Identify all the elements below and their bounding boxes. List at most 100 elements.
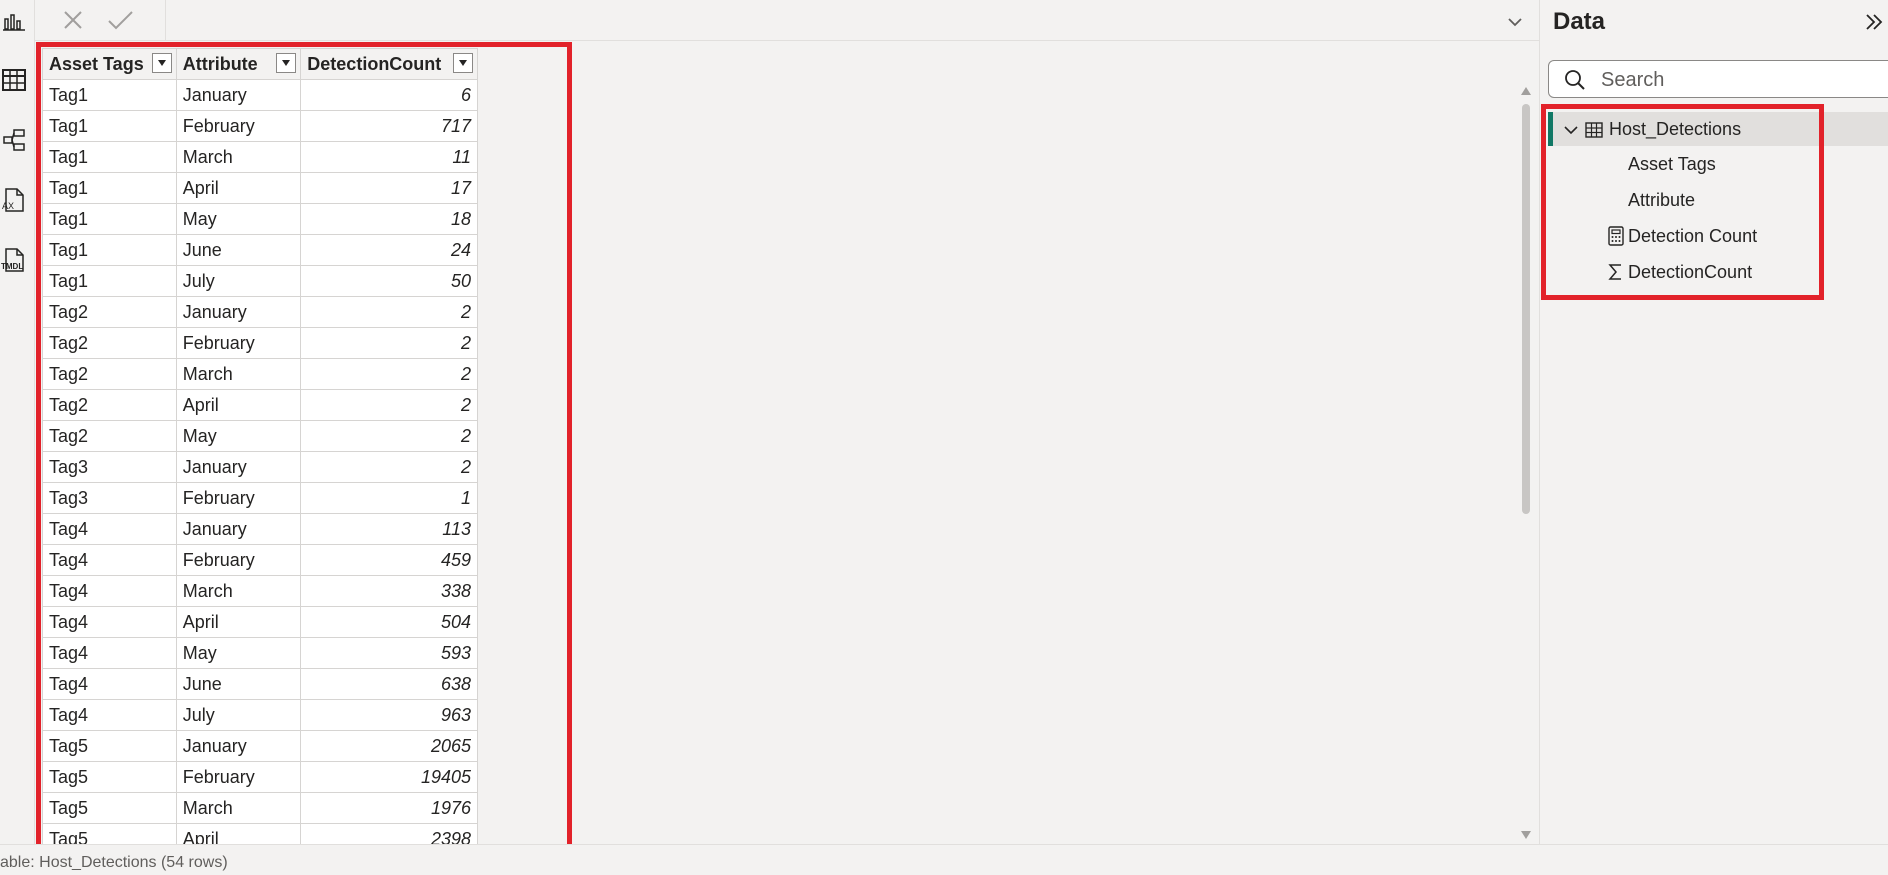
- table-row[interactable]: Tag4 February 459: [42, 544, 478, 576]
- cell-attribute[interactable]: January: [175, 296, 302, 328]
- cell-attribute[interactable]: February: [175, 327, 302, 359]
- cell-attribute[interactable]: July: [175, 699, 302, 731]
- table-row[interactable]: Tag2 February 2: [42, 327, 478, 359]
- field-asset-tags[interactable]: Asset Tags: [1628, 154, 1716, 175]
- field-attribute[interactable]: Attribute: [1628, 190, 1695, 211]
- cell-detection-count[interactable]: 50: [300, 265, 478, 297]
- table-row[interactable]: Tag5 February 19405: [42, 761, 478, 793]
- cell-attribute[interactable]: April: [175, 823, 302, 844]
- cell-asset-tag[interactable]: Tag1: [42, 203, 177, 235]
- table-row[interactable]: Tag4 April 504: [42, 606, 478, 638]
- scroll-down-icon[interactable]: [1520, 828, 1532, 840]
- cell-asset-tag[interactable]: Tag1: [42, 234, 177, 266]
- cell-detection-count[interactable]: 24: [300, 234, 478, 266]
- table-row[interactable]: Tag4 June 638: [42, 668, 478, 700]
- cell-detection-count[interactable]: 338: [300, 575, 478, 607]
- dax-query-view-icon[interactable]: AX: [0, 186, 28, 214]
- cell-attribute[interactable]: January: [175, 730, 302, 762]
- model-view-icon[interactable]: [0, 126, 28, 154]
- cell-detection-count[interactable]: 2: [300, 389, 478, 421]
- table-row[interactable]: Tag3 January 2: [42, 451, 478, 483]
- table-row[interactable]: Tag2 January 2: [42, 296, 478, 328]
- cell-asset-tag[interactable]: Tag1: [42, 141, 177, 173]
- cell-detection-count[interactable]: 459: [300, 544, 478, 576]
- cell-asset-tag[interactable]: Tag2: [42, 358, 177, 390]
- table-row[interactable]: Tag1 January 6: [42, 79, 478, 111]
- report-view-icon[interactable]: [0, 6, 28, 34]
- cell-asset-tag[interactable]: Tag3: [42, 482, 177, 514]
- table-row[interactable]: Tag4 March 338: [42, 575, 478, 607]
- cell-detection-count[interactable]: 11: [300, 141, 478, 173]
- cell-asset-tag[interactable]: Tag4: [42, 544, 177, 576]
- cell-asset-tag[interactable]: Tag4: [42, 668, 177, 700]
- cell-detection-count[interactable]: 638: [300, 668, 478, 700]
- table-row[interactable]: Tag2 March 2: [42, 358, 478, 390]
- cell-attribute[interactable]: February: [175, 110, 302, 142]
- cell-asset-tag[interactable]: Tag3: [42, 451, 177, 483]
- cell-detection-count[interactable]: 113: [300, 513, 478, 545]
- cell-asset-tag[interactable]: Tag1: [42, 79, 177, 111]
- cell-detection-count[interactable]: 1976: [300, 792, 478, 824]
- filter-dropdown-icon[interactable]: [453, 53, 473, 73]
- cell-attribute[interactable]: June: [175, 668, 302, 700]
- cell-asset-tag[interactable]: Tag2: [42, 296, 177, 328]
- scroll-up-icon[interactable]: [1520, 84, 1532, 96]
- search-input[interactable]: [1599, 67, 1888, 93]
- cell-asset-tag[interactable]: Tag1: [42, 110, 177, 142]
- cell-attribute[interactable]: January: [175, 513, 302, 545]
- cell-detection-count[interactable]: 2398: [300, 823, 478, 844]
- chevron-down-icon[interactable]: [1562, 121, 1580, 139]
- cell-detection-count[interactable]: 2: [300, 327, 478, 359]
- cell-detection-count[interactable]: 18: [300, 203, 478, 235]
- table-row[interactable]: Tag3 February 1: [42, 482, 478, 514]
- cell-attribute[interactable]: February: [175, 482, 302, 514]
- cell-attribute[interactable]: March: [175, 792, 302, 824]
- cell-detection-count[interactable]: 717: [300, 110, 478, 142]
- cell-attribute[interactable]: March: [175, 575, 302, 607]
- table-row[interactable]: Tag1 July 50: [42, 265, 478, 297]
- tmdl-view-icon[interactable]: TMDL: [0, 246, 28, 274]
- cell-attribute[interactable]: April: [175, 389, 302, 421]
- cell-asset-tag[interactable]: Tag1: [42, 172, 177, 204]
- table-row[interactable]: Tag5 January 2065: [42, 730, 478, 762]
- table-row[interactable]: Tag2 April 2: [42, 389, 478, 421]
- table-row[interactable]: Tag5 March 1976: [42, 792, 478, 824]
- cell-detection-count[interactable]: 2065: [300, 730, 478, 762]
- cell-detection-count[interactable]: 1: [300, 482, 478, 514]
- table-row[interactable]: Tag1 May 18: [42, 203, 478, 235]
- cell-detection-count[interactable]: 963: [300, 699, 478, 731]
- cell-asset-tag[interactable]: Tag2: [42, 420, 177, 452]
- table-row[interactable]: Tag4 May 593: [42, 637, 478, 669]
- cell-asset-tag[interactable]: Tag5: [42, 730, 177, 762]
- table-row[interactable]: Tag2 May 2: [42, 420, 478, 452]
- cell-detection-count[interactable]: 2: [300, 420, 478, 452]
- cell-attribute[interactable]: July: [175, 265, 302, 297]
- cell-attribute[interactable]: May: [175, 203, 302, 235]
- field-detectioncount-column[interactable]: DetectionCount: [1628, 262, 1752, 283]
- filter-dropdown-icon[interactable]: [276, 53, 297, 73]
- cell-asset-tag[interactable]: Tag4: [42, 513, 177, 545]
- table-row[interactable]: Tag1 April 17: [42, 172, 478, 204]
- table-view-icon[interactable]: [0, 66, 28, 94]
- cell-asset-tag[interactable]: Tag2: [42, 389, 177, 421]
- cell-attribute[interactable]: March: [175, 358, 302, 390]
- cell-asset-tag[interactable]: Tag5: [42, 792, 177, 824]
- cell-asset-tag[interactable]: Tag5: [42, 823, 177, 844]
- table-row[interactable]: Tag1 June 24: [42, 234, 478, 266]
- cell-attribute[interactable]: January: [175, 451, 302, 483]
- cell-detection-count[interactable]: 2: [300, 358, 478, 390]
- commit-formula-icon[interactable]: [105, 6, 135, 34]
- collapse-pane-icon[interactable]: [1862, 10, 1886, 34]
- cell-asset-tag[interactable]: Tag4: [42, 606, 177, 638]
- cell-attribute[interactable]: April: [175, 606, 302, 638]
- cell-detection-count[interactable]: 6: [300, 79, 478, 111]
- field-detection-count-measure[interactable]: Detection Count: [1628, 226, 1757, 247]
- vertical-scrollbar[interactable]: [1518, 84, 1534, 844]
- tree-item-host-detections[interactable]: Host_Detections: [1548, 112, 1888, 146]
- cell-attribute[interactable]: April: [175, 172, 302, 204]
- table-row[interactable]: Tag4 July 963: [42, 699, 478, 731]
- cell-detection-count[interactable]: 17: [300, 172, 478, 204]
- cell-attribute[interactable]: May: [175, 637, 302, 669]
- cell-attribute[interactable]: February: [175, 761, 302, 793]
- column-header-detectioncount[interactable]: DetectionCount: [300, 48, 478, 80]
